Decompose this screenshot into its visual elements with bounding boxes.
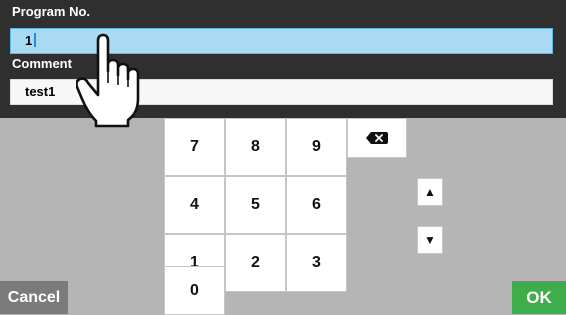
cursor-down-key[interactable]: ▼ <box>417 226 443 254</box>
key-3[interactable]: 3 <box>286 234 347 292</box>
pointer-hand-icon <box>76 33 140 128</box>
comment-value: test1 <box>25 84 56 99</box>
program-no-label: Program No. <box>12 4 91 19</box>
comment-label: Comment <box>12 56 72 71</box>
key-6[interactable]: 6 <box>286 176 347 234</box>
key-0[interactable]: 0 <box>164 266 225 315</box>
key-2[interactable]: 2 <box>225 234 286 292</box>
program-no-value: 1 <box>25 33 33 48</box>
key-4[interactable]: 4 <box>164 176 225 234</box>
cursor-up-key[interactable]: ▲ <box>417 178 443 206</box>
text-caret <box>34 33 37 47</box>
key-9[interactable]: 9 <box>286 118 347 176</box>
key-5[interactable]: 5 <box>225 176 286 234</box>
key-7[interactable]: 7 <box>164 118 225 176</box>
key-8[interactable]: 8 <box>225 118 286 176</box>
backspace-key[interactable] <box>347 118 407 158</box>
backspace-icon <box>366 132 388 144</box>
cancel-button[interactable]: Cancel <box>0 281 68 314</box>
ok-button[interactable]: OK <box>512 281 566 314</box>
